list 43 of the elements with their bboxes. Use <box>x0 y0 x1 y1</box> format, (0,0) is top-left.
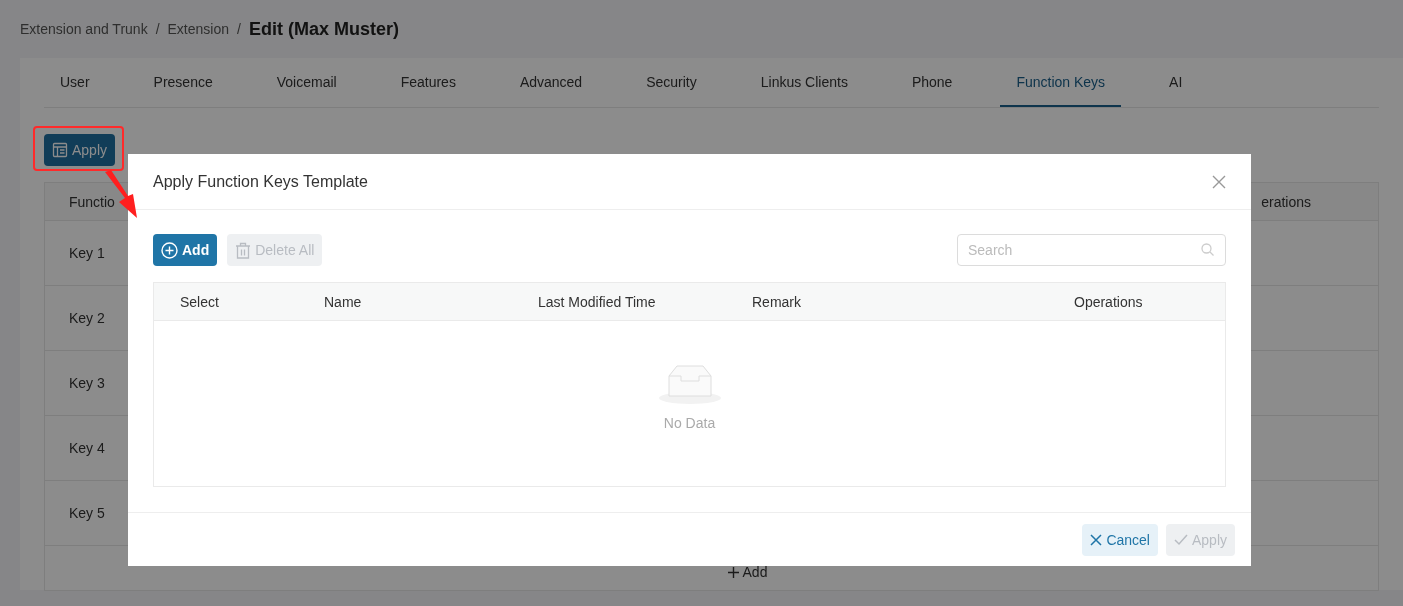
tab[interactable]: Advanced <box>503 58 599 107</box>
search-field[interactable]: Search <box>957 234 1226 266</box>
table-cell-text: Key 2 <box>69 309 105 328</box>
cancel-button[interactable]: Cancel <box>1082 523 1158 556</box>
breadcrumb-link[interactable]: Extension <box>167 19 229 39</box>
check-icon <box>1173 533 1188 546</box>
dialog-title: Apply Function Keys Template <box>153 171 368 192</box>
tab[interactable]: Voicemail <box>260 58 353 107</box>
tab[interactable]: Function Keys <box>1000 58 1122 107</box>
apply-template-button[interactable]: Apply <box>44 134 116 166</box>
add-key-button[interactable]: Add <box>727 562 768 582</box>
trash-icon <box>235 241 252 259</box>
table-cell-text: Key 1 <box>69 244 105 263</box>
table-cell-text: Key 3 <box>69 374 105 393</box>
column-header: Remark <box>752 292 802 312</box>
add-button[interactable]: Add <box>153 234 218 266</box>
table-cell-text: Key 4 <box>69 439 105 458</box>
tab[interactable]: Presence <box>137 58 229 107</box>
template-icon <box>52 142 68 158</box>
column-header: Name <box>324 292 363 312</box>
tab[interactable]: Phone <box>895 58 969 107</box>
breadcrumb-link[interactable]: Extension and Trunk <box>20 19 148 39</box>
tab[interactable]: Features <box>384 58 472 107</box>
close-icon[interactable] <box>1212 174 1226 189</box>
column-header: Operations <box>1074 292 1144 312</box>
breadcrumb-separator: / <box>237 20 241 39</box>
column-header: Select <box>180 292 220 312</box>
empty-inbox-icon <box>657 362 722 405</box>
column-header: erations <box>1261 192 1311 212</box>
column-header: Functio <box>69 192 115 212</box>
plus-icon <box>727 566 739 578</box>
empty-text: No Data <box>663 413 716 433</box>
tab[interactable]: Linkus Clients <box>744 58 864 107</box>
breadcrumb-separator: / <box>155 20 160 39</box>
search-icon <box>1201 243 1214 256</box>
table-cell-text: Key 5 <box>69 504 105 523</box>
column-header: Last Modified Time <box>538 292 657 312</box>
tab[interactable]: User <box>44 58 106 107</box>
close-icon <box>1090 533 1103 546</box>
tab[interactable]: Security <box>630 58 713 107</box>
page-title: Edit (Max Muster) <box>248 18 399 41</box>
plus-circle-icon <box>161 241 178 259</box>
tab[interactable]: AI <box>1153 58 1199 107</box>
